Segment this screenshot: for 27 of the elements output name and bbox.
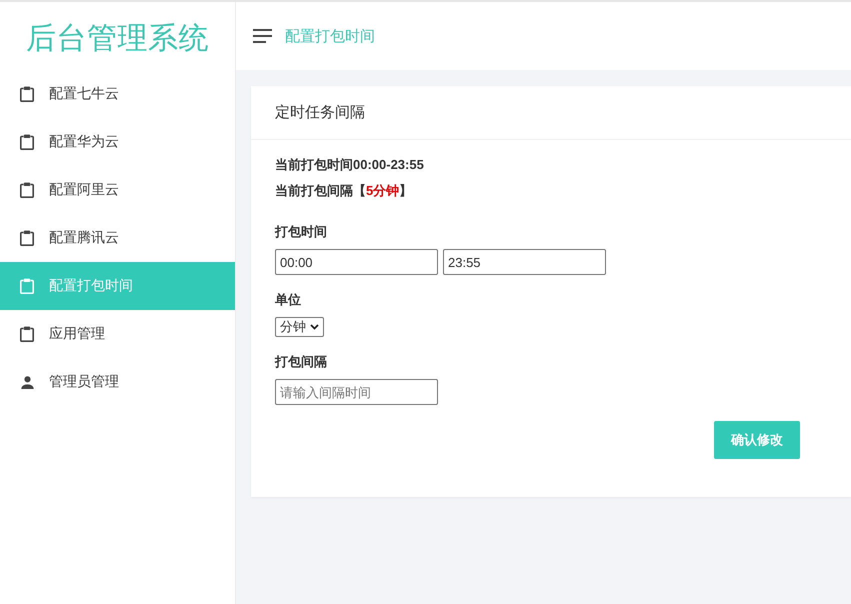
menu-icon[interactable]: [253, 29, 272, 43]
clipboard-icon: [20, 182, 34, 198]
field-label: 打包时间: [275, 223, 328, 240]
app-title: 后台管理系统: [26, 20, 209, 56]
end-time-field[interactable]: 23:55: [443, 249, 606, 275]
field-label: 单位: [275, 291, 302, 308]
sidebar-item[interactable]: 管理员管理: [0, 358, 235, 406]
unit-select[interactable]: 分钟: [275, 317, 324, 337]
clipboard-icon: [20, 326, 34, 342]
current-interval-text: 当前打包间隔【5分钟】: [275, 182, 414, 200]
start-time-field[interactable]: 00:00: [275, 249, 438, 275]
field-label: 打包间隔: [275, 353, 328, 370]
sidebar-item[interactable]: 配置七牛云: [0, 70, 235, 118]
clipboard-icon: [20, 278, 34, 294]
sidebar-item[interactable]: 应用管理: [0, 310, 235, 358]
sidebar-item[interactable]: 配置腾讯云: [0, 214, 235, 262]
person-icon: [20, 376, 34, 388]
breadcrumb-title: 配置打包时间: [285, 26, 375, 46]
caret-icon: [310, 324, 319, 330]
card-title: 定时任务间隔: [275, 103, 365, 122]
clipboard-icon: [20, 134, 34, 150]
clipboard-icon: [20, 86, 34, 102]
interval-field[interactable]: 请输入间隔时间: [275, 379, 438, 405]
current-time-text: 当前打包时间00:00-23:55: [275, 156, 425, 174]
sidebar-item[interactable]: 配置华为云: [0, 118, 235, 166]
clipboard-icon: [20, 230, 34, 246]
sidebar-item[interactable]: 配置阿里云: [0, 166, 235, 214]
